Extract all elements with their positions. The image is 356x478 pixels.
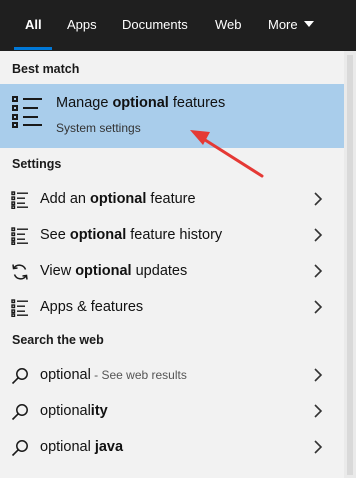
settings-list-icon [11,227,28,245]
settings-item-label: Apps & features [40,299,143,315]
tab-more-label: More [268,17,298,32]
label-post: feature [146,191,196,207]
chevron-right-icon [314,264,323,278]
label-post: feature history [126,227,223,243]
web-result-optional-java[interactable]: optional java [0,429,344,465]
best-match-title-pre: Manage [56,95,113,111]
settings-item-label: See optional feature history [40,227,222,243]
label-pre: View [40,263,76,279]
settings-item-apps-and-features[interactable]: Apps & features [0,289,344,325]
caret-down-icon [303,21,314,27]
label-post: updates [131,263,188,279]
tab-apps[interactable]: Apps [67,17,97,32]
tab-all[interactable]: All [25,17,42,32]
web-result-optional[interactable]: optional - See web results [0,357,344,393]
label-bold: optional [90,191,147,207]
chevron-right-icon [314,404,323,418]
label-pre: optional [40,439,95,455]
search-icon [11,440,28,457]
settings-item-see-optional-feature-history[interactable]: See optional feature history [0,217,344,253]
filter-tab-bar: All Apps Documents Web More [0,0,356,51]
best-match-title-post: features [168,95,226,111]
settings-item-label: View optional updates [40,263,187,279]
settings-list-icon [11,191,28,209]
settings-item-label: Add an optional feature [40,191,196,207]
web-result-label: optionality [40,403,108,419]
label-pre: optional [40,367,91,383]
settings-list-icon [11,299,28,317]
best-match-title-bold: optional [112,95,169,111]
label-muted: - See web results [90,368,187,382]
label-pre: See [40,227,70,243]
chevron-right-icon [314,300,323,314]
web-result-optionality[interactable]: optionality [0,393,344,429]
settings-heading: Settings [12,157,62,171]
web-result-label: optional - See web results [40,367,187,383]
active-tab-indicator [14,47,52,50]
settings-item-view-optional-updates[interactable]: View optional updates [0,253,344,289]
best-match-item[interactable]: Manage optional features System settings [0,84,344,148]
scrollbar-thumb[interactable] [347,55,353,475]
refresh-icon [12,264,28,280]
tab-documents[interactable]: Documents [122,17,188,32]
chevron-right-icon [314,368,323,382]
label-bold: java [94,439,124,455]
search-icon [11,368,28,385]
settings-item-add-optional-feature[interactable]: Add an optional feature [0,181,344,217]
best-match-heading: Best match [12,62,80,76]
label-bold: optional [69,227,127,243]
tab-web[interactable]: Web [215,17,242,32]
web-result-label: optional java [40,439,123,455]
search-the-web-heading: Search the web [12,333,104,347]
chevron-right-icon [314,440,323,454]
label-pre: Add an [40,191,90,207]
label-pre: optional [40,403,91,419]
best-match-title: Manage optional features [56,95,225,111]
results-scrollbar[interactable] [344,51,356,478]
chevron-right-icon [314,228,323,242]
settings-list-icon [12,96,42,128]
tab-more[interactable]: More [268,17,314,32]
label-bold: optional [75,263,132,279]
best-match-subtitle: System settings [56,121,141,135]
chevron-right-icon [314,192,323,206]
search-icon [11,404,28,421]
label-pre: Apps & features [40,299,144,315]
label-bold: ity [90,403,108,419]
